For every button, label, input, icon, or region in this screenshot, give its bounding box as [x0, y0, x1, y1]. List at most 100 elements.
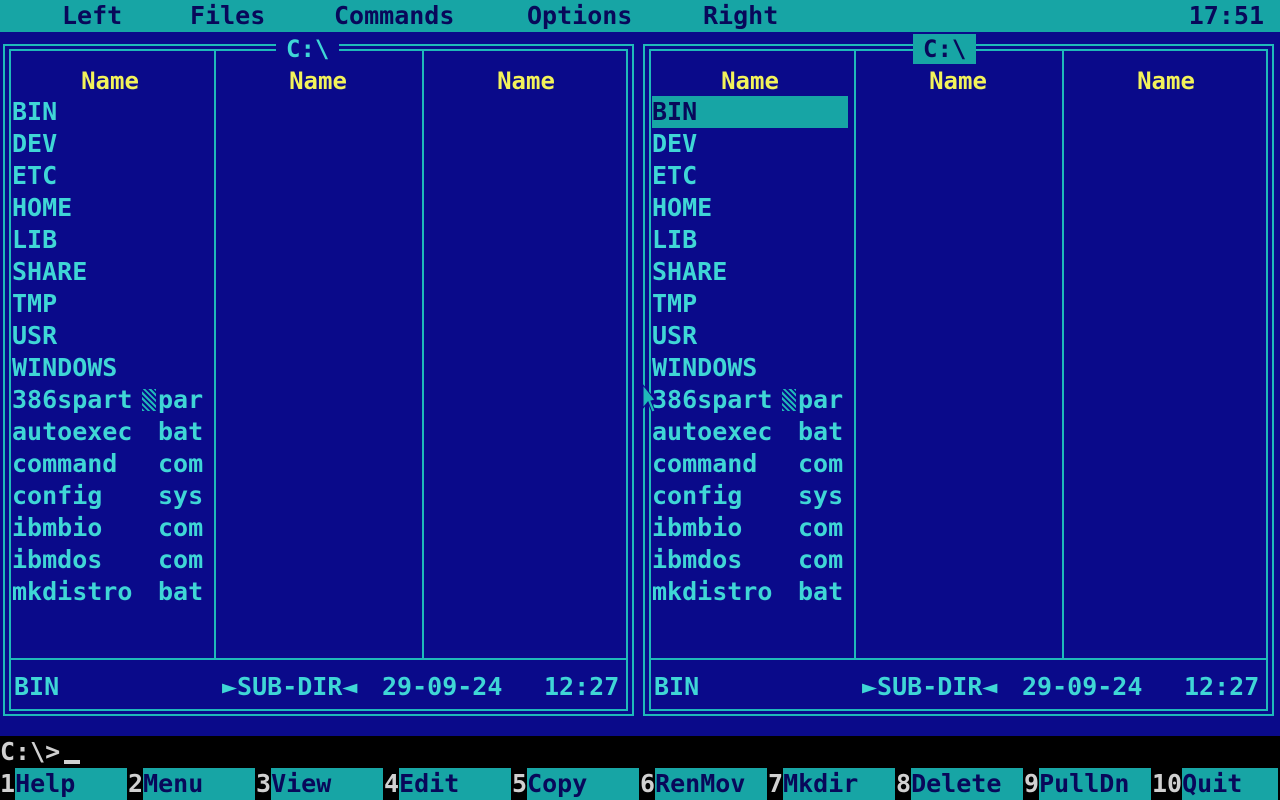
file-entry[interactable]: HOME: [652, 192, 848, 224]
menu-options[interactable]: Options: [527, 0, 632, 32]
fkey-renmov[interactable]: 6RenMov: [640, 768, 768, 800]
status-divider: [649, 658, 1268, 660]
fkey-label: View: [271, 768, 384, 800]
file-entry[interactable]: command com: [652, 448, 848, 480]
file-entry[interactable]: WINDOWS: [652, 352, 848, 384]
column-header-name: Name: [721, 67, 779, 95]
menu-commands[interactable]: Commands: [334, 0, 454, 32]
file-entry[interactable]: 386spart par: [652, 384, 848, 416]
file-name: DEV: [12, 129, 58, 158]
file-entry[interactable]: LIB: [652, 224, 848, 256]
command-prompt: C:\>: [0, 737, 61, 766]
fkey-number: 4: [384, 769, 400, 798]
file-name: SHARE: [652, 257, 728, 286]
fkey-label: Delete: [911, 768, 1024, 800]
fkey-quit[interactable]: 10Quit: [1152, 768, 1279, 800]
panel-path: C:\: [913, 34, 977, 64]
fkey-help[interactable]: 1Help: [0, 768, 128, 800]
column-divider: [214, 49, 216, 660]
file-entry[interactable]: USR: [652, 320, 848, 352]
fkey-number: 5: [512, 769, 528, 798]
file-entry[interactable]: ETC: [12, 160, 208, 192]
fkey-label: Mkdir: [783, 768, 896, 800]
file-entry[interactable]: ibmdos com: [652, 544, 848, 576]
file-name: 386spart: [652, 385, 773, 414]
status-date: 29-09-24: [1022, 672, 1143, 701]
file-entry[interactable]: 386spart par: [12, 384, 208, 416]
file-entry[interactable]: mkdistro bat: [652, 576, 848, 608]
file-entry[interactable]: autoexec bat: [652, 416, 848, 448]
file-name: DEV: [652, 129, 698, 158]
file-entry[interactable]: autoexec bat: [12, 416, 208, 448]
fkey-edit[interactable]: 4Edit: [384, 768, 512, 800]
file-name: config: [652, 481, 743, 510]
file-entry[interactable]: HOME: [12, 192, 208, 224]
file-name: USR: [652, 321, 698, 350]
file-name: ibmdos: [652, 545, 743, 574]
file-entry[interactable]: BIN: [652, 96, 848, 128]
file-name: LIB: [12, 225, 58, 254]
file-entry[interactable]: ibmdos com: [12, 544, 208, 576]
file-entry[interactable]: LIB: [12, 224, 208, 256]
column-header-name: Name: [1137, 67, 1195, 95]
fkey-delete[interactable]: 8Delete: [896, 768, 1024, 800]
file-name: USR: [12, 321, 58, 350]
file-name: TMP: [12, 289, 58, 318]
file-entry[interactable]: ETC: [652, 160, 848, 192]
fkey-mkdir[interactable]: 7Mkdir: [768, 768, 896, 800]
status-filename: BIN: [654, 672, 700, 701]
fkey-number: 1: [0, 769, 16, 798]
file-name: ibmbio: [12, 513, 103, 542]
file-entry[interactable]: TMP: [12, 288, 208, 320]
menu-left[interactable]: Left: [62, 0, 122, 32]
file-name: command: [652, 449, 758, 478]
right-panel[interactable]: C:\ Name Name Name BIN DEV ETC HOME LIB SHARE…: [640, 32, 1280, 736]
file-name: mkdistro: [12, 577, 133, 606]
file-entry[interactable]: command com: [12, 448, 208, 480]
file-entry[interactable]: mkdistro bat: [12, 576, 208, 608]
fkey-pulldn[interactable]: 9PullDn: [1024, 768, 1152, 800]
text-cursor: [64, 760, 80, 764]
fkey-menu[interactable]: 2Menu: [128, 768, 256, 800]
mouse-pointer-icon: [642, 384, 656, 413]
file-entry[interactable]: BIN: [12, 96, 208, 128]
file-extension: bat: [798, 417, 844, 446]
file-entry[interactable]: ibmbio com: [652, 512, 848, 544]
column-header-name: Name: [289, 67, 347, 95]
file-name: autoexec: [12, 417, 133, 446]
file-entry[interactable]: SHARE: [652, 256, 848, 288]
fkey-number: 7: [768, 769, 784, 798]
fkey-copy[interactable]: 5Copy: [512, 768, 640, 800]
fkey-number: 9: [1024, 769, 1040, 798]
status-date: 29-09-24: [382, 672, 503, 701]
file-entry[interactable]: DEV: [652, 128, 848, 160]
file-name: HOME: [652, 193, 713, 222]
fkey-label: Copy: [527, 768, 640, 800]
file-entry[interactable]: SHARE: [12, 256, 208, 288]
file-entry[interactable]: TMP: [652, 288, 848, 320]
file-entry[interactable]: config sys: [12, 480, 208, 512]
file-entry[interactable]: ibmbio com: [12, 512, 208, 544]
file-entry[interactable]: WINDOWS: [12, 352, 208, 384]
file-entry[interactable]: USR: [12, 320, 208, 352]
file-entry[interactable]: config sys: [652, 480, 848, 512]
file-extension: bat: [158, 577, 204, 606]
fkey-view[interactable]: 3View: [256, 768, 384, 800]
left-panel[interactable]: C:\ Name Name Name BIN DEV ETC HOME LIB SHARE…: [0, 32, 640, 736]
file-extension: bat: [158, 417, 204, 446]
column-header-name: Name: [81, 67, 139, 95]
file-name: command: [12, 449, 118, 478]
file-extension: sys: [798, 481, 844, 510]
file-extension: par: [798, 385, 844, 414]
fkey-number: 8: [896, 769, 912, 798]
menu-right[interactable]: Right: [703, 0, 778, 32]
file-entry[interactable]: DEV: [12, 128, 208, 160]
file-name: ETC: [12, 161, 58, 190]
file-name: 386spart: [12, 385, 133, 414]
file-name: BIN: [652, 97, 698, 126]
menu-files[interactable]: Files: [190, 0, 265, 32]
file-name: SHARE: [12, 257, 88, 286]
file-name: autoexec: [652, 417, 773, 446]
command-line[interactable]: [0, 736, 1280, 768]
file-name: ETC: [652, 161, 698, 190]
